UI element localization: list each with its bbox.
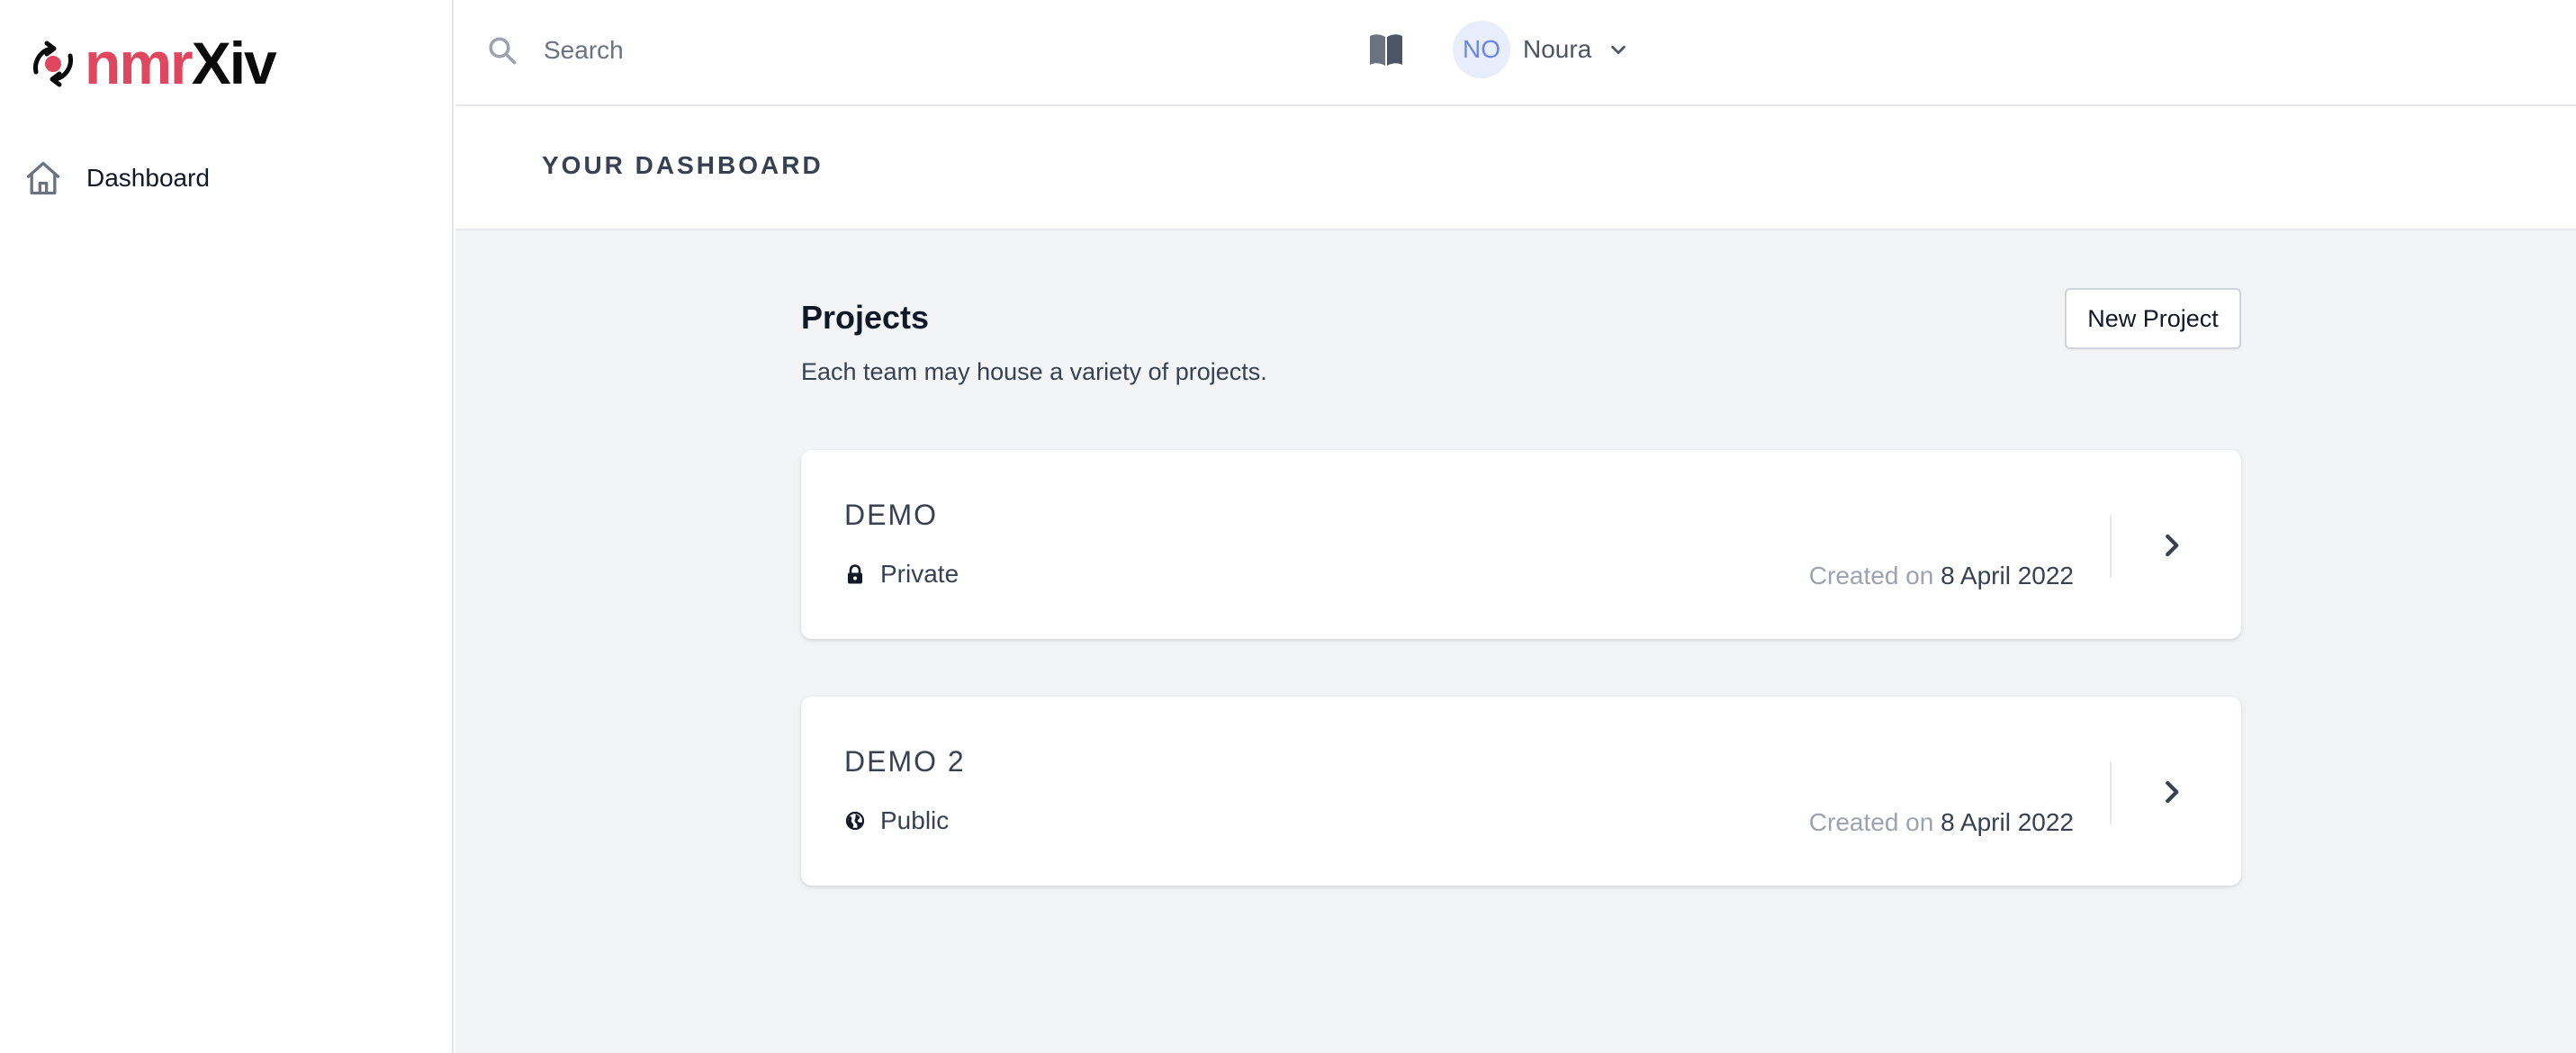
chevron-right-icon[interactable] — [2144, 765, 2198, 819]
globe-icon — [844, 810, 866, 832]
new-project-button[interactable]: New Project — [2065, 288, 2241, 349]
logo-text-xiv: Xiv — [191, 30, 277, 96]
project-created: Created on 8 April 2022 — [1809, 808, 2074, 837]
sidebar-item-label: Dashboard — [86, 164, 210, 192]
project-created: Created on 8 April 2022 — [1809, 562, 2074, 590]
logo-text-nmr: nmr — [85, 30, 194, 96]
card-divider — [2110, 515, 2112, 578]
user-menu[interactable]: NO Noura — [1453, 20, 1631, 79]
logo-text: nmrXiv — [85, 30, 277, 96]
sidebar: nmrXiv Dashboard — [0, 0, 454, 1053]
chevron-right-icon[interactable] — [2144, 518, 2198, 572]
project-visibility: Public — [844, 806, 949, 835]
visibility-label: Private — [880, 560, 959, 588]
project-card[interactable]: DEMO Private Created on 8 April 2022 — [801, 450, 2241, 639]
created-date: 8 April 2022 — [1941, 808, 2074, 836]
created-date: 8 April 2022 — [1941, 562, 2074, 590]
page-title: YOUR DASHBOARD — [542, 151, 824, 179]
app: nmrXiv Dashboard Search NO Noura YOUR DA… — [0, 0, 2576, 1053]
created-prefix: Created on — [1808, 562, 1934, 590]
user-name: Noura — [1523, 35, 1592, 63]
page-header: YOUR DASHBOARD — [455, 108, 2576, 230]
lock-icon — [844, 563, 866, 585]
project-name: DEMO — [844, 499, 938, 531]
project-name: DEMO 2 — [844, 745, 966, 778]
logo-mark-icon — [33, 40, 73, 87]
projects-description: Each team may house a variety of project… — [801, 358, 1267, 385]
topbar: NO Noura — [455, 0, 2576, 106]
avatar: NO — [1453, 21, 1510, 78]
home-icon — [22, 157, 65, 200]
visibility-label: Public — [880, 806, 950, 834]
sidebar-item-dashboard[interactable]: Dashboard — [22, 153, 427, 203]
project-card[interactable]: DEMO 2 Public Created on 8 April 2022 — [801, 697, 2241, 886]
search-icon — [482, 31, 522, 70]
chevron-down-icon — [1606, 37, 1631, 62]
projects-title: Projects — [801, 299, 930, 336]
card-divider — [2110, 761, 2112, 824]
created-prefix: Created on — [1808, 808, 1934, 836]
project-visibility: Private — [844, 560, 959, 589]
main-content: Projects Each team may house a variety o… — [455, 230, 2576, 1053]
logo[interactable]: nmrXiv — [23, 30, 277, 96]
book-icon — [1370, 34, 1402, 66]
documentation-button[interactable] — [1361, 27, 1411, 72]
